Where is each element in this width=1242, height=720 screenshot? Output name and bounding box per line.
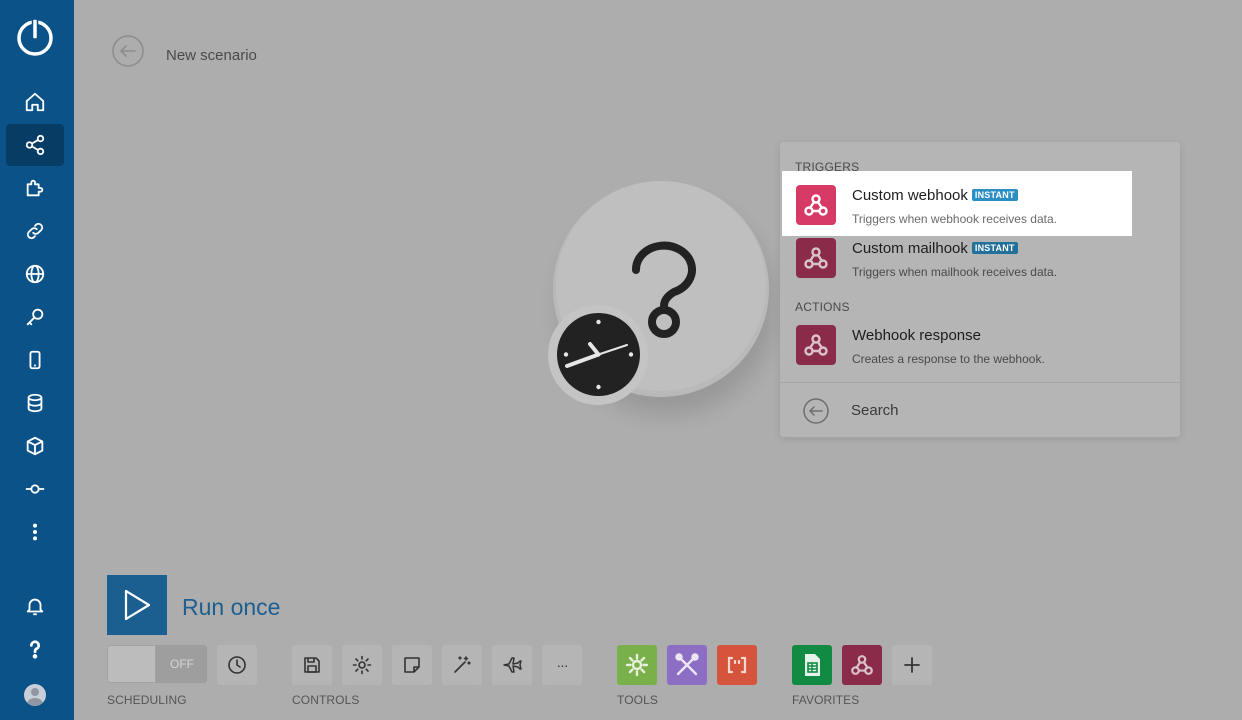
run-once-button[interactable]	[107, 575, 167, 635]
scheduling-label: SCHEDULING	[107, 693, 187, 707]
tools-gear-button[interactable]	[617, 645, 657, 685]
search-row[interactable]: Search	[782, 390, 1178, 430]
save-icon	[304, 657, 320, 673]
panel-divider	[780, 382, 1180, 383]
flow-control-button[interactable]	[667, 645, 707, 685]
wrench-cross-icon	[675, 653, 699, 676]
sidebar-item-more[interactable]	[6, 511, 64, 553]
sidebar-item-data-structures[interactable]	[6, 425, 64, 467]
add-favorite-button[interactable]	[892, 645, 932, 685]
tools-label: TOOLS	[617, 693, 658, 707]
sidebar-item-devices[interactable]	[6, 339, 64, 381]
favorites-label: FAVORITES	[792, 693, 860, 707]
user-icon	[27, 688, 43, 706]
logo-icon[interactable]	[15, 16, 55, 58]
instant-badge: INSTANT	[971, 189, 1018, 201]
airplane-icon	[503, 657, 522, 673]
clock-icon	[228, 656, 246, 674]
sidebar-item-help[interactable]	[6, 628, 64, 670]
more-controls-button[interactable]: ···	[542, 645, 582, 685]
webhook-module-icon	[796, 185, 836, 225]
sidebar-item-templates[interactable]	[6, 167, 64, 209]
share-icon	[25, 134, 45, 156]
bell-icon	[26, 598, 44, 616]
tools-gear-icon	[625, 653, 649, 677]
option-title: Webhook response	[852, 327, 981, 344]
option-description: Creates a response to the webhook.	[852, 352, 1045, 366]
more-icon: ···	[556, 657, 569, 673]
avatar[interactable]	[24, 684, 46, 706]
google-sheets-icon	[805, 654, 820, 676]
sidebar-item-webhooks[interactable]	[6, 253, 64, 295]
sidebar-item-flow[interactable]	[6, 468, 64, 510]
notes-button[interactable]	[392, 645, 432, 685]
key-icon	[26, 308, 44, 326]
scenario-settings-button[interactable]	[342, 645, 382, 685]
home-icon	[25, 92, 45, 112]
schedule-settings-button[interactable]	[217, 645, 257, 685]
database-icon	[27, 393, 43, 413]
option-custom-mailhook[interactable]: Custom mailhook INSTANT Triggers when mai…	[782, 224, 1132, 286]
play-icon	[124, 589, 151, 621]
sidebar-item-home[interactable]	[6, 81, 64, 123]
sidebar-item-connections[interactable]	[6, 210, 64, 252]
run-once-label[interactable]: Run once	[182, 594, 280, 621]
option-description: Triggers when mailhook receives data.	[852, 265, 1057, 279]
globe-icon	[25, 264, 45, 284]
gear-icon	[352, 655, 372, 675]
puzzle-icon	[26, 179, 44, 197]
option-title: Custom mailhook	[852, 240, 968, 257]
mailhook-module-icon	[796, 238, 836, 278]
cube-icon	[26, 436, 44, 456]
controls-label: CONTROLS	[292, 693, 360, 707]
clock-icon[interactable]	[557, 313, 640, 396]
google-sheets-button[interactable]	[792, 645, 832, 685]
note-icon	[404, 657, 420, 673]
back-icon[interactable]	[112, 35, 144, 67]
search-label: Search	[851, 402, 899, 419]
webhook-response-module-icon	[796, 325, 836, 365]
option-webhook-response[interactable]: Webhook response Creates a response to t…	[782, 311, 1132, 373]
webhook-icon	[851, 655, 873, 675]
text-parser-icon	[727, 656, 747, 674]
more-vertical-icon	[32, 523, 38, 541]
link-icon	[26, 222, 44, 240]
magic-wand-icon	[454, 656, 471, 673]
option-title: Custom webhook	[852, 187, 968, 204]
sidebar	[0, 0, 74, 720]
instant-badge: INSTANT	[971, 242, 1018, 254]
save-button[interactable]	[292, 645, 332, 685]
sidebar-item-scenarios[interactable]	[6, 124, 64, 166]
webhooks-favorite-button[interactable]	[842, 645, 882, 685]
commit-icon	[25, 484, 45, 494]
sidebar-item-data-stores[interactable]	[6, 382, 64, 424]
explain-flow-button[interactable]	[492, 645, 532, 685]
auto-align-button[interactable]	[442, 645, 482, 685]
scenario-title[interactable]: New scenario	[166, 47, 257, 64]
sidebar-item-keys[interactable]	[6, 296, 64, 338]
sidebar-item-notifications[interactable]	[6, 585, 64, 627]
question-icon	[29, 640, 41, 659]
back-arrow-icon	[803, 398, 829, 424]
toggle-state: OFF	[170, 657, 194, 671]
text-parser-button[interactable]	[717, 645, 757, 685]
scheduling-toggle[interactable]: OFF	[107, 645, 207, 683]
toggle-knob	[107, 645, 156, 683]
plus-icon	[904, 657, 920, 673]
mobile-icon	[29, 350, 41, 370]
